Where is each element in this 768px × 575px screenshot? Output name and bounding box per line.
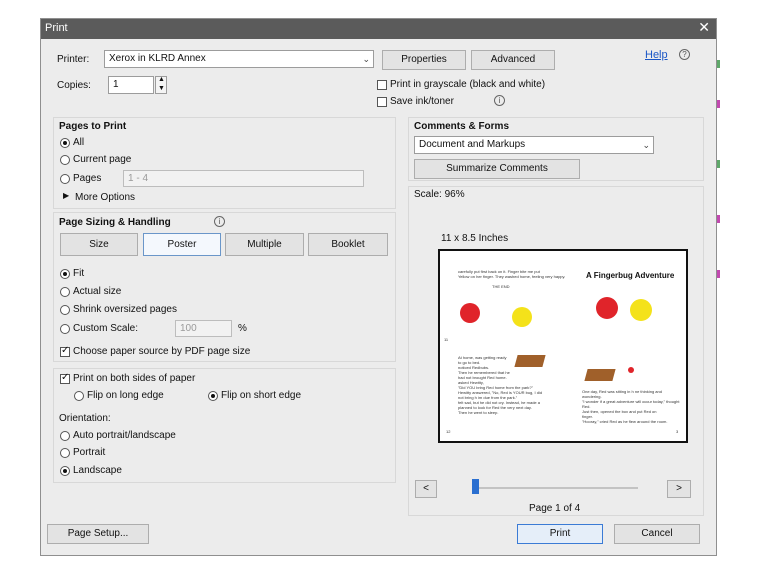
print-dialog: Print ✕ Printer: Xerox in KLRD Annex ⌄ P… [40, 18, 717, 556]
preview-page-number-mid: 11 [444, 337, 449, 342]
tab-booklet[interactable]: Booklet [308, 233, 388, 256]
preview-page-number-left: 12 [446, 429, 451, 434]
help-link[interactable]: Help [645, 49, 668, 61]
pages-all-radio[interactable] [60, 138, 70, 148]
stepper-up-icon[interactable]: ▲ [158, 76, 165, 83]
pages-range-input[interactable]: 1 - 4 [123, 170, 364, 187]
page-slider-thumb[interactable] [472, 479, 479, 494]
landscape-label: Landscape [73, 465, 122, 476]
both-sides-checkbox[interactable] [60, 372, 70, 384]
stepper-down-icon[interactable]: ▼ [158, 85, 165, 92]
printer-selected-value: Xerox in KLRD Annex [109, 53, 206, 64]
custom-scale-radio[interactable] [60, 324, 70, 334]
copies-input[interactable]: 1 [108, 76, 154, 94]
printer-label: Printer: [57, 54, 90, 65]
page-setup-button[interactable]: Page Setup... [47, 524, 149, 544]
shrink-label: Shrink oversized pages [73, 304, 177, 315]
comments-forms-select[interactable]: Document and Markups ⌄ [414, 136, 654, 154]
comments-forms-title: Comments & Forms [414, 121, 510, 132]
comments-forms-selected-value: Document and Markups [419, 139, 526, 150]
copies-label: Copies: [57, 80, 91, 91]
pages-range-radio[interactable] [60, 174, 70, 184]
help-icon[interactable]: ? [679, 49, 690, 60]
info-icon[interactable]: i [494, 95, 505, 106]
custom-scale-label: Custom Scale: [73, 323, 139, 334]
grayscale-checkbox[interactable] [377, 80, 387, 90]
flip-long-edge-radio[interactable] [74, 391, 84, 401]
percent-unit: % [238, 323, 247, 334]
save-ink-label: Save ink/toner [390, 96, 454, 107]
pages-current-radio[interactable] [60, 155, 70, 165]
portrait-label: Portrait [73, 447, 106, 458]
print-button[interactable]: Print [517, 524, 603, 544]
preview-text-right-bottom: One day, Red was sitting in h ne thinkin… [582, 389, 680, 424]
shrink-radio[interactable] [60, 305, 70, 315]
red-bug-illustration [628, 367, 634, 373]
scale-label: Scale: 96% [414, 189, 465, 200]
summarize-comments-button[interactable]: Summarize Comments [414, 159, 580, 179]
next-page-button[interactable]: > [667, 480, 691, 498]
page-sizing-title: Page Sizing & Handling [59, 217, 171, 228]
comments-forms-panel: Comments & Forms Document and Markups ⌄ … [408, 117, 704, 181]
pages-to-print-title: Pages to Print [59, 121, 127, 132]
yellow-bug-illustration [630, 299, 652, 321]
page-slider-track[interactable] [472, 487, 638, 489]
preview-page-title: A Fingerbug Adventure [586, 271, 675, 280]
yellow-bug-illustration [512, 307, 532, 327]
info-icon[interactable]: i [214, 216, 225, 227]
dialog-title: Print [45, 22, 68, 34]
pages-range-label: Pages [73, 173, 102, 184]
paper-size-label: 11 x 8.5 Inches [441, 233, 509, 244]
page-sizing-panel: Page Sizing & Handling i Size Poster Mul… [53, 212, 396, 362]
red-bug-illustration [460, 303, 480, 323]
page-indicator: Page 1 of 4 [529, 503, 581, 514]
close-icon[interactable]: ✕ [698, 19, 710, 36]
both-sides-label: Print on both sides of paper [73, 373, 196, 384]
preview-text-left-top: carefully put first back on it. Finger b… [458, 269, 566, 289]
printer-select[interactable]: Xerox in KLRD Annex ⌄ [104, 50, 374, 68]
title-bar: Print ✕ [41, 19, 716, 39]
copies-stepper[interactable]: ▲ ▼ [155, 76, 167, 94]
orientation-title: Orientation: [59, 413, 111, 424]
landscape-radio[interactable] [60, 466, 70, 476]
tab-poster[interactable]: Poster [143, 233, 221, 256]
triangle-right-icon[interactable]: ▶ [63, 191, 69, 200]
flip-short-edge-radio[interactable] [208, 391, 218, 401]
chevron-down-icon: ⌄ [362, 54, 370, 64]
duplex-orientation-panel: Print on both sides of paper Flip on lon… [53, 368, 396, 483]
print-preview-page: carefully put first back on it. Finger b… [438, 249, 688, 443]
actual-size-radio[interactable] [60, 287, 70, 297]
pages-to-print-panel: Pages to Print All Current page Pages 1 … [53, 117, 396, 209]
save-ink-checkbox[interactable] [377, 97, 387, 107]
advanced-button[interactable]: Advanced [471, 50, 555, 70]
red-bug-illustration [596, 297, 618, 319]
properties-button[interactable]: Properties [382, 50, 466, 70]
auto-orientation-label: Auto portrait/landscape [73, 430, 176, 441]
portrait-radio[interactable] [60, 448, 70, 458]
tab-multiple[interactable]: Multiple [225, 233, 304, 256]
fit-label: Fit [73, 268, 85, 279]
box-illustration [584, 369, 616, 381]
more-options-toggle[interactable]: More Options [75, 192, 135, 203]
chevron-down-icon: ⌄ [642, 140, 650, 150]
actual-size-label: Actual size [73, 286, 122, 297]
grayscale-label: Print in grayscale (black and white) [390, 79, 546, 90]
tab-size[interactable]: Size [60, 233, 138, 256]
flip-long-edge-label: Flip on long edge [87, 390, 164, 401]
auto-orientation-radio[interactable] [60, 431, 70, 441]
pages-all-label: All [73, 137, 85, 148]
previous-page-button[interactable]: < [415, 480, 437, 498]
paper-source-label: Choose paper source by PDF page size [73, 346, 251, 357]
preview-page-number-right: 3 [676, 429, 679, 434]
box-illustration [514, 355, 546, 367]
fit-radio[interactable] [60, 269, 70, 279]
custom-scale-input[interactable]: 100 [175, 320, 232, 337]
pages-current-label: Current page [73, 154, 132, 165]
flip-short-edge-label: Flip on short edge [221, 390, 302, 401]
cancel-button[interactable]: Cancel [614, 524, 700, 544]
background-window-edge [717, 40, 720, 320]
paper-source-checkbox[interactable] [60, 345, 70, 357]
